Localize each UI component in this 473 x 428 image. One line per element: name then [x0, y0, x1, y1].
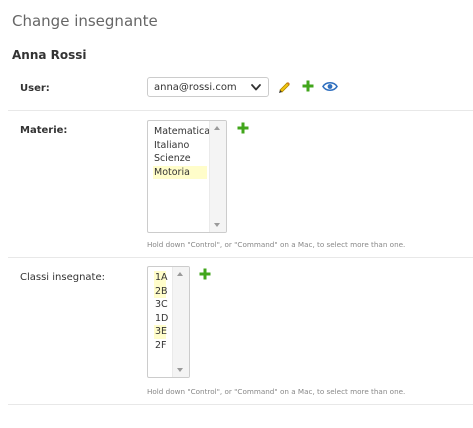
materie-option-selected[interactable]: Motoria	[153, 165, 207, 179]
page-title: Change insegnante	[12, 12, 158, 30]
materie-option[interactable]: Italiano	[153, 139, 207, 153]
classi-option[interactable]: 3C	[154, 298, 168, 312]
classi-option-selected[interactable]: 1A	[154, 271, 168, 285]
user-select[interactable]: anna@rossi.com	[147, 77, 269, 97]
classi-help-text: Hold down "Control", or "Command" on a M…	[147, 387, 406, 396]
plus-icon[interactable]	[302, 80, 314, 92]
materie-option[interactable]: Scienze	[153, 152, 207, 166]
scroll-down-icon[interactable]	[177, 368, 183, 372]
eye-icon[interactable]	[322, 81, 338, 92]
classi-label: Classi insegnate:	[20, 272, 105, 283]
divider	[8, 257, 473, 258]
plus-icon[interactable]	[237, 122, 249, 134]
materie-option[interactable]: Matematica	[153, 125, 210, 139]
divider	[8, 110, 473, 111]
divider	[8, 404, 473, 405]
scroll-up-icon[interactable]	[177, 272, 183, 276]
materie-help-text: Hold down "Control", or "Command" on a M…	[147, 240, 406, 249]
classi-option[interactable]: 1D	[154, 312, 168, 326]
scroll-up-icon[interactable]	[214, 126, 220, 130]
user-label: User:	[20, 83, 50, 94]
scroll-down-icon[interactable]	[214, 223, 220, 227]
classi-option[interactable]: 2F	[154, 339, 167, 353]
materie-label: Materie:	[20, 125, 68, 136]
chevron-down-icon	[251, 84, 261, 91]
classi-option-selected[interactable]: 3E	[154, 325, 167, 339]
classi-scrollbar[interactable]	[172, 267, 189, 377]
classi-option-selected[interactable]: 2B	[154, 284, 168, 298]
pencil-icon[interactable]	[277, 79, 291, 93]
fieldset-title: Anna Rossi	[12, 48, 87, 62]
materie-scrollbar[interactable]	[209, 121, 226, 232]
classi-multiselect[interactable]: 1A 2B 3C 1D 3E 2F	[147, 266, 190, 378]
user-select-value: anna@rossi.com	[154, 81, 237, 93]
materie-multiselect[interactable]: Matematica Italiano Scienze Motoria	[147, 120, 227, 233]
plus-icon[interactable]	[199, 268, 211, 280]
